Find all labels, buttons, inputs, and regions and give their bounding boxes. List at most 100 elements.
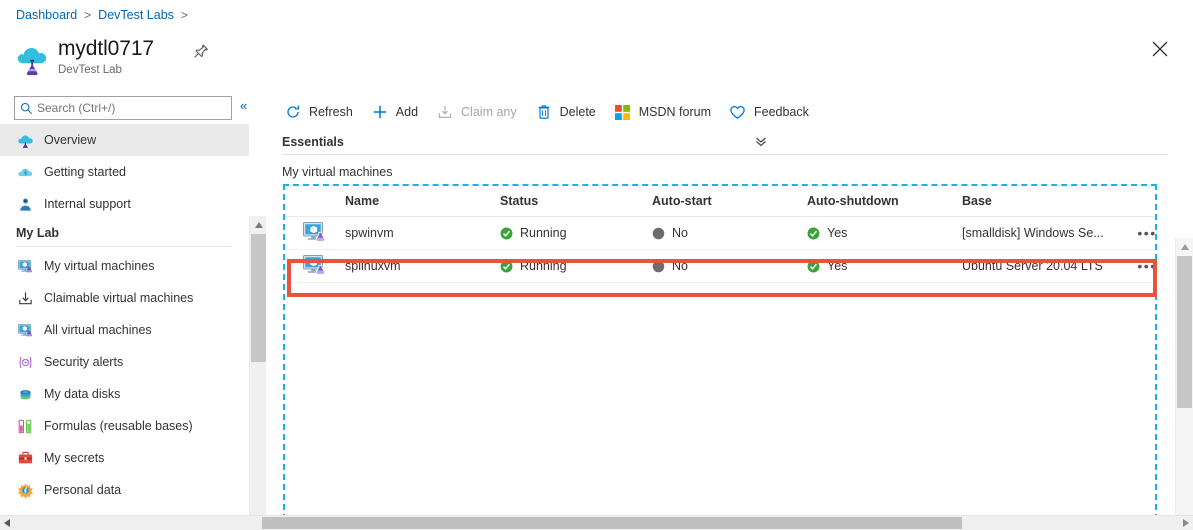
sidebar-item-formulas[interactable]: Formulas (reusable bases)	[0, 410, 249, 442]
sidebar-item-label: My virtual machines	[44, 259, 155, 273]
sidebar-divider	[16, 246, 231, 247]
green-check-icon	[807, 227, 820, 240]
sidebar-item-label: Getting started	[44, 165, 126, 179]
add-label: Add	[395, 105, 419, 119]
search-box[interactable]	[14, 96, 232, 120]
green-check-icon	[807, 260, 820, 273]
add-button[interactable]: Add	[369, 98, 428, 126]
collapse-sidebar-button[interactable]: «	[240, 98, 247, 114]
msdn-forum-button[interactable]: MSDN forum	[612, 98, 721, 126]
column-header-status[interactable]: Status	[500, 194, 652, 208]
sidebar-item-all-virtual-machines[interactable]: All virtual machines	[0, 314, 249, 346]
getting-started-icon	[16, 163, 34, 181]
breadcrumb: Dashboard > DevTest Labs >	[16, 8, 188, 22]
cell-vm-auto-shutdown: Yes	[807, 259, 962, 273]
claim-icon	[436, 103, 454, 121]
refresh-button[interactable]: Refresh	[282, 98, 363, 126]
cell-vm-name: splinuxvm	[345, 259, 401, 273]
essentials-bar[interactable]: Essentials	[282, 130, 1168, 155]
breadcrumb-item-dashboard[interactable]: Dashboard	[16, 8, 77, 22]
table-row[interactable]: spwinvm Running No Yes [smalldisk] Windo…	[285, 217, 1155, 250]
table-header-row: Name Status Auto-start Auto-shutdown Bas…	[285, 186, 1155, 217]
more-options-dots: •••	[1137, 225, 1157, 241]
scroll-left-arrow-icon[interactable]	[0, 516, 14, 529]
delete-button[interactable]: Delete	[533, 98, 606, 126]
devtest-lab-cloud-flask-icon	[17, 48, 47, 76]
cell-vm-base: [smalldisk] Windows Se...	[962, 226, 1104, 240]
sidebar-item-overview[interactable]: Overview	[0, 124, 249, 156]
scroll-up-arrow-icon[interactable]	[250, 216, 267, 233]
breadcrumb-item-devtest-labs[interactable]: DevTest Labs	[98, 8, 174, 22]
sidebar-item-my-data-disks[interactable]: My data disks	[0, 378, 249, 410]
more-options-icon[interactable]: •••	[1132, 258, 1162, 274]
secrets-toolbox-icon	[16, 449, 34, 467]
claim-any-label: Claim any	[461, 105, 517, 119]
command-toolbar: Refresh Add Claim any Delete MSDN forum …	[282, 96, 1173, 128]
internal-support-icon	[16, 195, 34, 213]
sidebar-item-label: Formulas (reusable bases)	[44, 419, 193, 433]
chevron-double-down-icon[interactable]	[754, 134, 768, 151]
cell-vm-status: Running	[500, 259, 652, 273]
vm-section-title: My virtual machines	[282, 165, 393, 179]
sidebar-item-label: Claimable virtual machines	[44, 291, 194, 305]
cell-vm-auto-shutdown-text: Yes	[827, 259, 848, 273]
trash-icon	[535, 103, 553, 121]
content-scrollbar[interactable]	[1175, 238, 1193, 530]
sidebar-scrollbar-thumb[interactable]	[251, 234, 266, 362]
more-options-icon[interactable]: •••	[1132, 225, 1162, 241]
essentials-label: Essentials	[282, 135, 344, 149]
gray-dot-icon	[652, 227, 665, 240]
msdn-forum-label: MSDN forum	[638, 105, 711, 119]
data-disk-icon	[16, 385, 34, 403]
sidebar-item-internal-support[interactable]: Internal support	[0, 188, 249, 220]
cell-vm-auto-shutdown: Yes	[807, 226, 962, 240]
column-header-name[interactable]: Name	[345, 194, 500, 208]
breadcrumb-separator-2: >	[180, 8, 188, 22]
virtual-machine-icon	[16, 257, 34, 275]
page-title-block: mydtl0717 DevTest Lab	[14, 36, 154, 77]
security-alerts-icon	[16, 353, 34, 371]
sidebar: « Overview Getting star	[0, 92, 267, 530]
horizontal-scrollbar[interactable]	[0, 515, 1193, 530]
sidebar-item-getting-started[interactable]: Getting started	[0, 156, 249, 188]
column-header-base[interactable]: Base	[962, 194, 1132, 208]
search-input[interactable]	[37, 101, 213, 115]
cell-vm-status-text: Running	[520, 226, 567, 240]
pin-icon[interactable]	[190, 42, 210, 62]
more-options-dots: •••	[1137, 258, 1157, 274]
plus-icon	[371, 103, 389, 121]
scroll-right-arrow-icon[interactable]	[1179, 516, 1193, 529]
scroll-up-arrow-icon[interactable]	[1176, 238, 1193, 255]
cell-vm-auto-start-text: No	[672, 226, 688, 240]
gray-dot-icon	[652, 260, 665, 273]
sidebar-item-my-secrets[interactable]: My secrets	[0, 442, 249, 474]
sidebar-item-label: All virtual machines	[44, 323, 152, 337]
formulas-flasks-icon	[16, 417, 34, 435]
sidebar-item-security-alerts[interactable]: Security alerts	[0, 346, 249, 378]
claim-any-button: Claim any	[434, 98, 527, 126]
sidebar-item-my-virtual-machines[interactable]: My virtual machines	[0, 250, 249, 282]
sidebar-scrollbar[interactable]	[249, 216, 267, 530]
sidebar-item-label: Security alerts	[44, 355, 124, 369]
cell-vm-status: Running	[500, 226, 652, 240]
breadcrumb-separator: >	[84, 8, 92, 22]
cell-vm-status-text: Running	[520, 259, 567, 273]
close-icon[interactable]	[1149, 38, 1171, 60]
sidebar-item-claimable-virtual-machines[interactable]: Claimable virtual machines	[0, 282, 249, 314]
cell-vm-auto-start-text: No	[672, 259, 688, 273]
horizontal-scrollbar-thumb[interactable]	[262, 517, 962, 529]
heart-icon	[729, 103, 747, 121]
content-scrollbar-thumb[interactable]	[1177, 256, 1192, 408]
table-row[interactable]: splinuxvm Running No Yes Ubuntu Server 2…	[285, 250, 1155, 283]
sidebar-item-label: My secrets	[44, 451, 105, 465]
refresh-label: Refresh	[309, 105, 353, 119]
virtual-machine-icon	[16, 321, 34, 339]
sidebar-item-personal-data[interactable]: Personal data	[0, 474, 249, 506]
green-check-icon	[500, 260, 513, 273]
column-header-auto-shutdown[interactable]: Auto-shutdown	[807, 194, 962, 208]
virtual-machines-table: Name Status Auto-start Auto-shutdown Bas…	[285, 186, 1155, 283]
cell-vm-name: spwinvm	[345, 226, 394, 240]
search-icon	[20, 102, 33, 115]
column-header-auto-start[interactable]: Auto-start	[652, 194, 807, 208]
feedback-button[interactable]: Feedback	[727, 98, 819, 126]
